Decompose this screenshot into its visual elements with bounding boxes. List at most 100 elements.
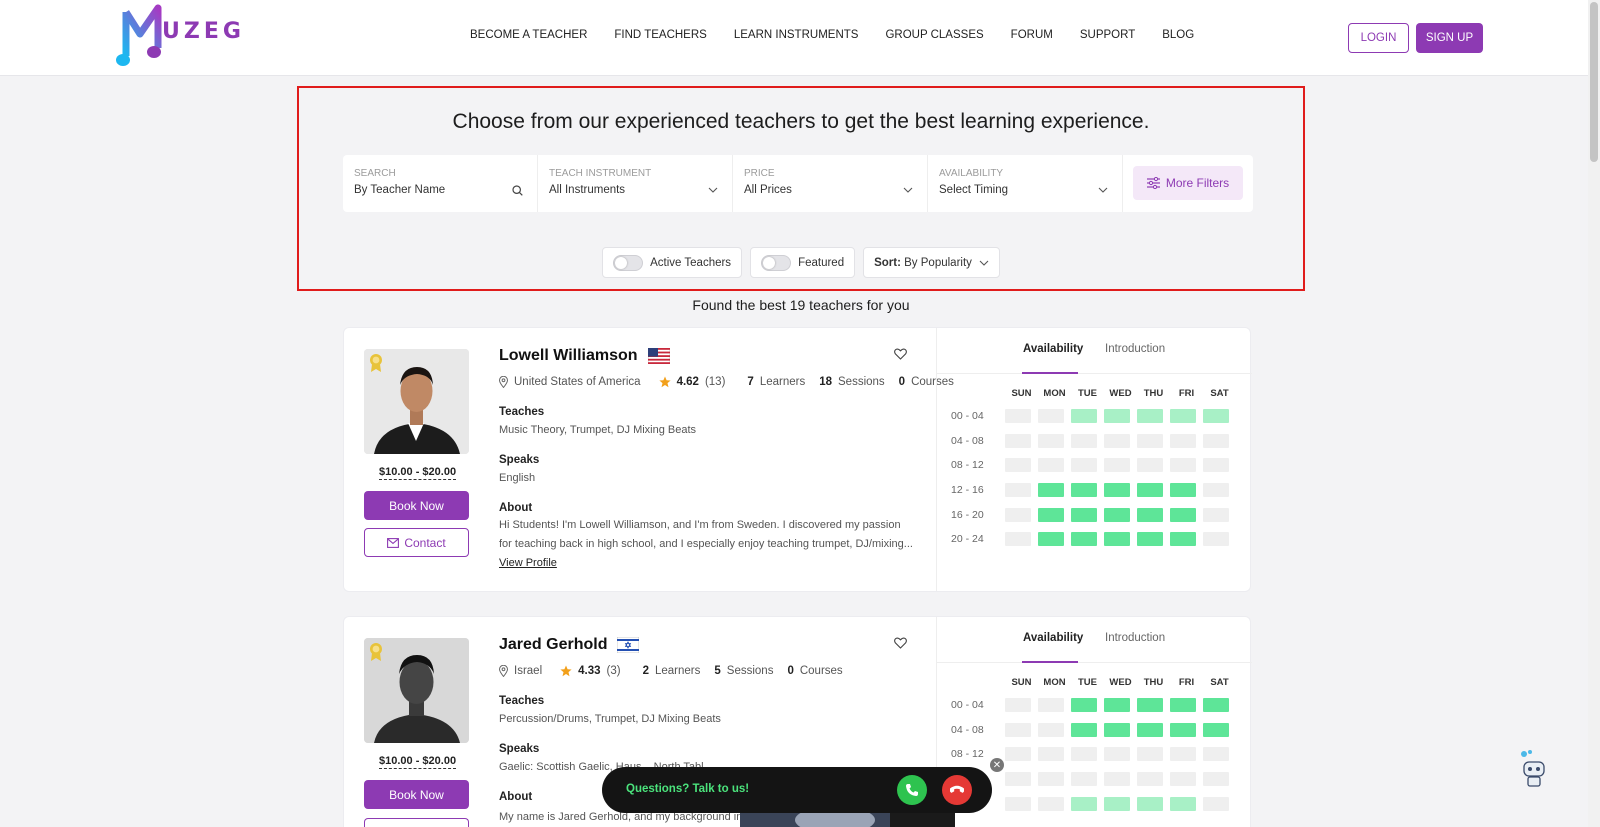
featured-toggle[interactable]: Featured [750,247,856,278]
nav-find-teachers[interactable]: FIND TEACHERS [614,29,706,41]
heart-icon[interactable] [894,637,907,649]
instrument-label: TEACH INSTRUMENT [549,168,652,179]
location-pin-icon [499,376,508,388]
book-now-button[interactable]: Book Now [364,780,469,809]
call-widget: Questions? Talk to us! [602,767,992,813]
slot-row [951,791,1236,816]
day-fri: FRI [1178,677,1195,688]
slot-label: 00 - 04 [951,699,984,712]
slot-cell [1005,483,1031,498]
slot-cell [1038,698,1064,713]
login-button[interactable]: LOGIN [1348,23,1409,53]
slot-cell [1071,698,1097,713]
slot-cell [1203,483,1229,498]
heart-icon[interactable] [894,348,907,360]
hang-up-icon [950,785,964,793]
more-filters-button[interactable]: More Filters [1133,166,1243,200]
nav-learn-instruments[interactable]: LEARN INSTRUMENTS [734,29,859,41]
slot-cell [1137,532,1163,547]
close-icon[interactable]: ✕ [990,758,1004,772]
featured-switch[interactable] [761,254,792,271]
search-input[interactable]: By Teacher Name [354,184,527,196]
location-pin-icon [499,665,508,677]
teacher-name[interactable]: Jared Gerhold [499,636,607,654]
slot-cell [1071,722,1097,737]
price-value: All Prices [744,184,792,196]
featured-label: Featured [798,256,845,269]
award-badge-icon [370,643,382,661]
search-field[interactable]: SEARCH By Teacher Name [343,155,538,212]
page-scrollbar[interactable] [1588,0,1600,827]
day-tue: TUE [1078,388,1097,399]
tab-availability[interactable]: Availability [1023,632,1083,644]
teacher-card: $10.00 - $20.00 Book Now Contact Lowell … [343,327,1252,592]
price-label: PRICE [744,168,775,179]
chatbot-icon[interactable] [1518,750,1548,790]
slot-cell [1137,747,1163,762]
slot-cell [1203,722,1229,737]
teacher-photo[interactable] [364,638,469,743]
teacher-name[interactable]: Lowell Williamson [499,347,638,365]
us-flag-icon [647,348,670,364]
accept-call-button[interactable] [897,775,927,805]
instrument-select[interactable]: TEACH INSTRUMENT All Instruments [538,155,733,212]
end-call-button[interactable] [942,775,972,805]
slot-cell [1071,772,1097,787]
teacher-photo[interactable] [364,349,469,454]
slot-label: 08 - 12 [951,459,984,472]
chevron-down-icon [979,260,989,266]
call-widget-text: Questions? Talk to us! [626,783,750,795]
speaks-heading: Speaks [499,743,540,755]
slot-cell [1071,458,1097,473]
scroll-thumb[interactable] [1590,2,1598,162]
slot-cell [1137,698,1163,713]
nav-forum[interactable]: FORUM [1011,29,1053,41]
nav-support[interactable]: SUPPORT [1080,29,1135,41]
slot-cell [1104,507,1130,522]
book-now-button[interactable]: Book Now [364,491,469,520]
slot-cell [1137,409,1163,424]
filter-title: Choose from our experienced teachers to … [452,110,1150,133]
view-profile-link[interactable]: View Profile [499,557,557,569]
signup-button[interactable]: SIGN UP [1416,23,1483,53]
slot-cell [1071,409,1097,424]
slot-cell [1170,433,1196,448]
day-wed: WED [1109,677,1132,688]
slot-row: 16 - 20 [951,502,1236,527]
slot-cell [1170,483,1196,498]
tab-underline [1022,372,1078,374]
nav-become-teacher[interactable]: BECOME A TEACHER [470,29,587,41]
availability-select[interactable]: AVAILABILITY Select Timing [928,155,1123,212]
slot-cell [1137,796,1163,811]
search-icon[interactable] [512,185,523,196]
slot-row: 04 - 08 [951,429,1236,454]
day-mon: MON [1043,388,1066,399]
nav-group-classes[interactable]: GROUP CLASSES [885,29,983,41]
nav-blog[interactable]: BLOG [1162,29,1194,41]
courses-count: 0 [787,665,794,677]
slot-cell [1071,433,1097,448]
contact-button[interactable]: Contact [364,528,469,557]
slot-cell [1005,772,1031,787]
slot-cell [1005,409,1031,424]
slot-cell [1038,433,1064,448]
active-teachers-switch[interactable] [613,254,644,271]
sessions-label: Sessions [838,376,885,388]
slot-cell [1038,409,1064,424]
sort-dropdown[interactable]: Sort: By Popularity [863,247,1000,278]
tab-availability[interactable]: Availability [1023,343,1083,355]
contact-button[interactable] [364,818,469,827]
teaches-heading: Teaches [499,406,545,418]
price-select[interactable]: PRICE All Prices [733,155,928,212]
availability-label: AVAILABILITY [939,168,1004,179]
teacher-meta: United States of America 4.62 (13) 7 Lear… [499,376,954,388]
tab-introduction[interactable]: Introduction [1105,343,1165,355]
muzeg-logo[interactable]: UZEG [116,4,246,70]
day-header-row: SUN MON TUE WED THU FRI SAT [1005,388,1236,399]
price-range: $10.00 - $20.00 [379,466,457,480]
day-wed: WED [1109,388,1132,399]
tab-introduction[interactable]: Introduction [1105,632,1165,644]
slot-cell [1203,409,1229,424]
active-teachers-toggle[interactable]: Active Teachers [602,247,743,278]
learners-label: Learners [654,665,701,677]
